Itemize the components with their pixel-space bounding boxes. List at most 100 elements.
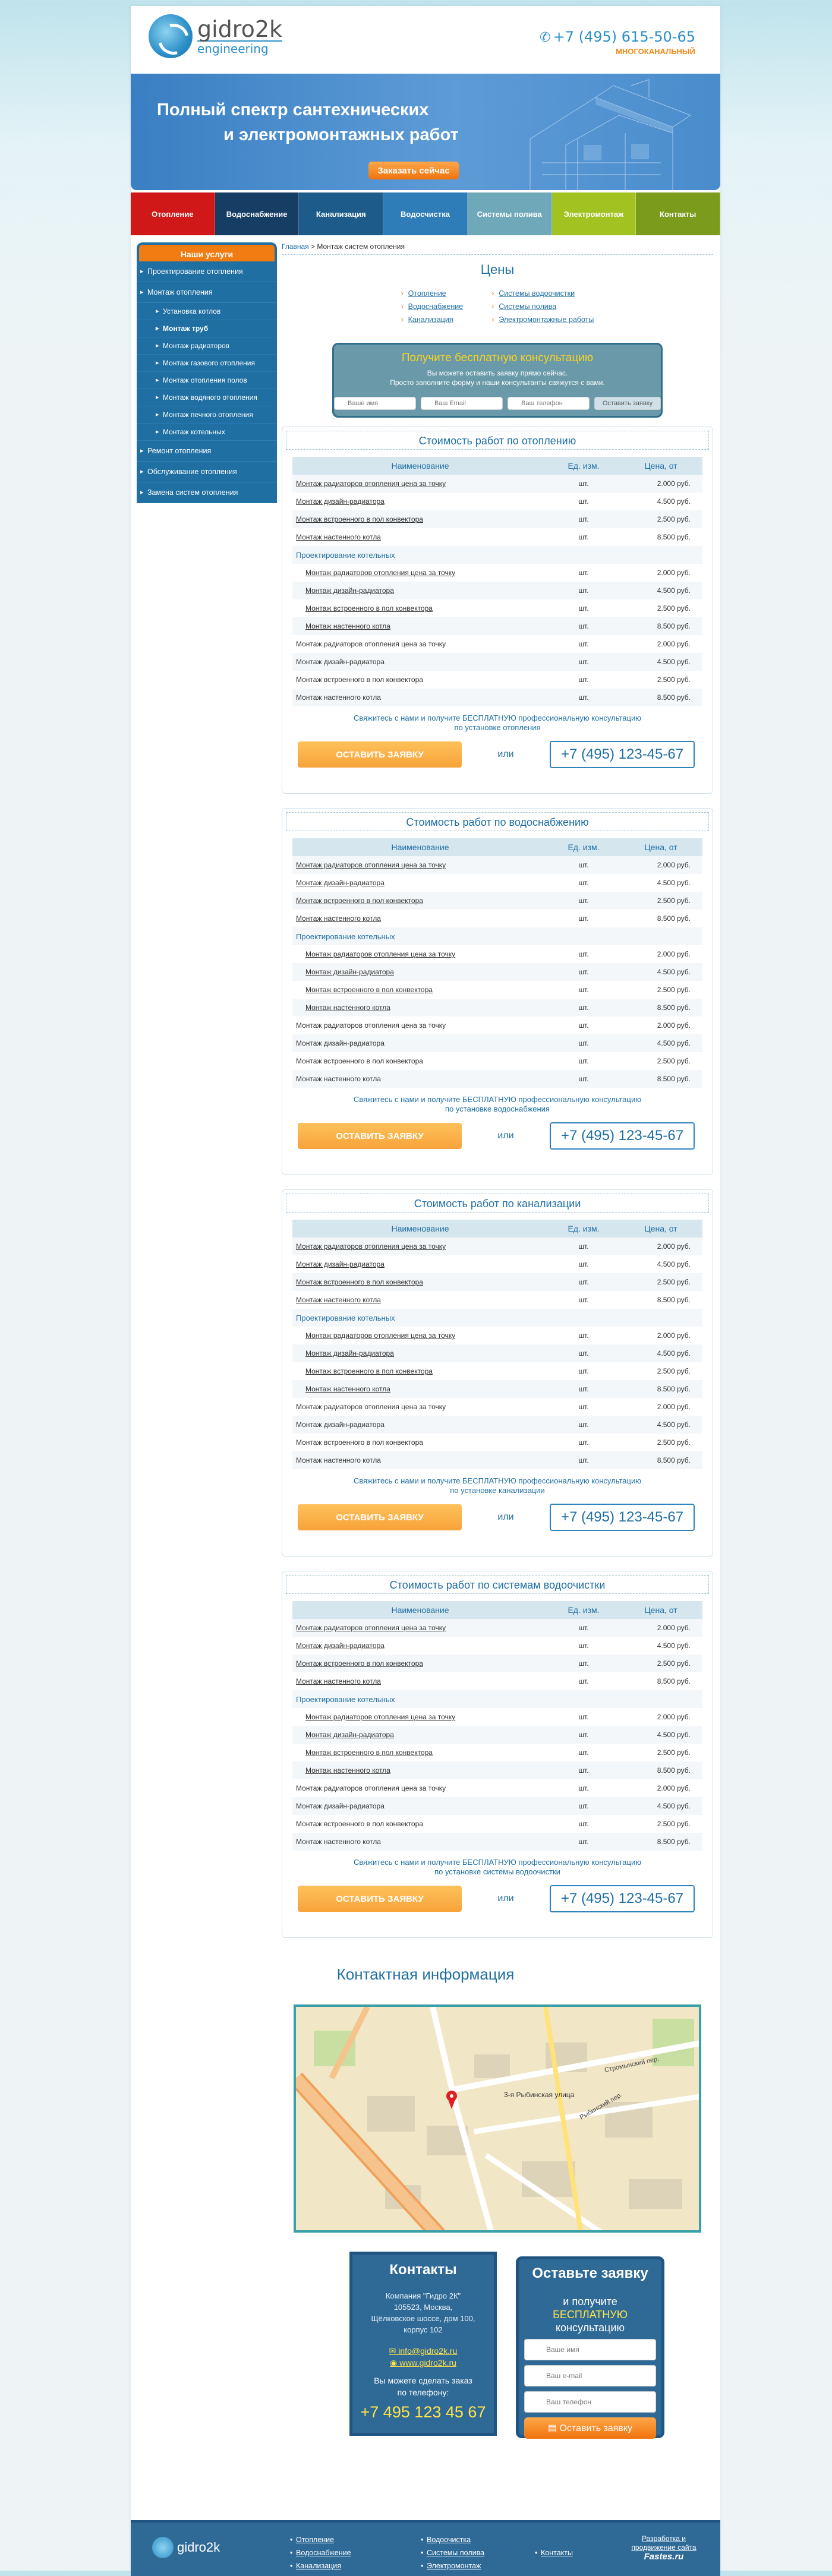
service-name[interactable]: Монтаж дизайн-радиатора (292, 963, 548, 981)
service-name[interactable]: Монтаж настенного котла (292, 1380, 548, 1398)
service-name[interactable]: Монтаж дизайн-радиатора (292, 1255, 548, 1273)
sidebar-item[interactable]: Монтаж отопления полов (137, 372, 277, 389)
service-name[interactable]: Монтаж радиаторов отопления цена за точк… (292, 945, 548, 963)
service-name[interactable]: Монтаж встроенного в пол конвектора (292, 1273, 548, 1291)
service-name[interactable]: Монтаж встроенного в пол конвектора (292, 671, 548, 689)
site-link[interactable]: www.gidro2k.ru (399, 2358, 456, 2367)
sidebar-item[interactable]: Монтаж радиаторов (137, 337, 277, 355)
price-category-link[interactable]: Электромонтажные работы (499, 315, 594, 324)
service-name[interactable]: Монтаж встроенного в пол конвектора (292, 892, 548, 910)
sidebar-item[interactable]: Монтаж газового отопления (137, 355, 277, 372)
service-name[interactable]: Монтаж встроенного в пол конвектора (292, 1434, 548, 1451)
sidebar-item[interactable]: Монтаж водяного отопления (137, 389, 277, 406)
service-name[interactable]: Монтаж настенного котла (292, 528, 548, 546)
leave-request-button[interactable]: ОСТАВИТЬ ЗАЯВКУ (298, 741, 462, 768)
service-name[interactable]: Монтаж радиаторов отопления цена за точк… (292, 564, 548, 582)
sidebar-item[interactable]: Установка котлов (137, 303, 277, 320)
service-name[interactable]: Монтаж дизайн-радиатора (292, 1637, 548, 1655)
service-name[interactable]: Монтаж дизайн-радиатора (292, 493, 548, 510)
nav-item[interactable]: Системы полива (467, 192, 552, 235)
cta-phone[interactable]: +7 (495) 123-45-67 (550, 741, 695, 768)
service-name[interactable]: Монтаж дизайн-радиатора (292, 874, 548, 892)
service-name[interactable]: Монтаж встроенного в пол конвектора (292, 1655, 548, 1672)
sidebar-item[interactable]: Монтаж отопления (137, 282, 277, 303)
cta-phone[interactable]: +7 (495) 123-45-67 (550, 1122, 695, 1150)
service-name[interactable]: Монтаж настенного котла (292, 1672, 548, 1690)
footer-link[interactable]: Отопление (296, 2536, 334, 2544)
contacts-phone[interactable]: +7 495 123 45 67 (352, 2403, 494, 2422)
service-name[interactable]: Монтаж дизайн-радиатора (292, 582, 548, 599)
email-link[interactable]: info@gidro2k.ru (398, 2346, 457, 2356)
service-name[interactable]: Монтаж настенного котла (292, 1291, 548, 1309)
price-category-link[interactable]: Отопление (408, 289, 446, 298)
sidebar-item[interactable]: Монтаж труб (137, 320, 277, 337)
service-name[interactable]: Монтаж дизайн-радиатора (292, 1797, 548, 1815)
service-name[interactable]: Монтаж дизайн-радиатора (292, 653, 548, 671)
service-name[interactable]: Монтаж радиаторов отопления цена за точк… (292, 1779, 548, 1797)
sidebar-item[interactable]: Замена систем отопления (137, 482, 277, 503)
service-name[interactable]: Монтаж настенного котла (292, 999, 548, 1016)
price-category-link[interactable]: Водоснабжение (408, 302, 464, 311)
service-name[interactable]: Монтаж встроенного в пол конвектора (292, 981, 548, 999)
footer-link[interactable]: Водоочистка (427, 2536, 471, 2544)
developer-credit[interactable]: Разработка и продвижение сайта Fastes.ru (625, 2534, 702, 2562)
service-name[interactable]: Монтаж радиаторов отопления цена за точк… (292, 475, 548, 493)
service-name[interactable]: Монтаж радиаторов отопления цена за точк… (292, 1238, 548, 1255)
sidebar-item[interactable]: Обслуживание отопления (137, 462, 277, 482)
service-name[interactable]: Монтаж радиаторов отопления цена за точк… (292, 1619, 548, 1637)
service-name[interactable]: Монтаж встроенного в пол конвектора (292, 1052, 548, 1070)
order-name-input[interactable] (524, 2339, 656, 2360)
footer-link[interactable]: Водоснабжение (296, 2549, 351, 2557)
nav-item[interactable]: Контакты (636, 192, 721, 235)
order-phone-input[interactable] (524, 2391, 656, 2413)
nav-item[interactable]: Водоснабжение (215, 192, 300, 235)
service-name[interactable]: Монтаж дизайн-радиатора (292, 1344, 548, 1362)
nav-item[interactable]: Канализация (299, 192, 384, 235)
nav-item[interactable]: Электромонтаж (551, 192, 636, 235)
service-name[interactable]: Монтаж дизайн-радиатора (292, 1416, 548, 1434)
footer-link[interactable]: Канализация (296, 2562, 341, 2570)
consult-email-input[interactable] (421, 397, 503, 410)
sidebar-item[interactable]: Монтаж печного отопления (137, 406, 277, 424)
cta-phone[interactable]: +7 (495) 123-45-67 (550, 1885, 695, 1912)
service-name[interactable]: Монтаж радиаторов отопления цена за точк… (292, 635, 548, 653)
consult-name-input[interactable] (334, 397, 416, 410)
price-category-link[interactable]: Канализация (408, 315, 453, 324)
service-name[interactable]: Монтаж радиаторов отопления цена за точк… (292, 1016, 548, 1034)
order-email-input[interactable] (524, 2365, 656, 2386)
leave-request-button[interactable]: ОСТАВИТЬ ЗАЯВКУ (298, 1504, 462, 1530)
map[interactable]: 3-я Рыбинская улица Рыбинский пер. Стром… (294, 2004, 701, 2233)
service-name[interactable]: Монтаж встроенного в пол конвектора (292, 1744, 548, 1761)
service-name[interactable]: Монтаж настенного котла (292, 689, 548, 706)
service-name[interactable]: Монтаж встроенного в пол конвектора (292, 1815, 548, 1833)
consult-phone-input[interactable] (508, 397, 590, 410)
logo[interactable]: gidro2k engineering (149, 14, 283, 58)
sidebar-item[interactable]: Проектирование отопления (137, 261, 277, 282)
sidebar-item[interactable]: Ремонт отопления (137, 441, 277, 462)
leave-request-button[interactable]: ОСТАВИТЬ ЗАЯВКУ (298, 1123, 462, 1149)
service-name[interactable]: Монтаж радиаторов отопления цена за точк… (292, 1708, 548, 1726)
leave-request-button[interactable]: ОСТАВИТЬ ЗАЯВКУ (298, 1886, 462, 1912)
service-name[interactable]: Монтаж встроенного в пол конвектора (292, 599, 548, 617)
breadcrumb-home-link[interactable]: Главная (282, 242, 309, 251)
price-category-link[interactable]: Системы водоочистки (499, 289, 575, 298)
service-name[interactable]: Монтаж настенного котла (292, 1761, 548, 1779)
order-now-button[interactable]: Заказать сейчас (368, 162, 459, 179)
service-name[interactable]: Монтаж радиаторов отопления цена за точк… (292, 856, 548, 874)
sidebar-item[interactable]: Монтаж котельных (137, 424, 277, 441)
service-name[interactable]: Монтаж радиаторов отопления цена за точк… (292, 1327, 548, 1344)
service-name[interactable]: Монтаж настенного котла (292, 1833, 548, 1851)
service-name[interactable]: Монтаж встроенного в пол конвектора (292, 1362, 548, 1380)
cta-phone[interactable]: +7 (495) 123-45-67 (550, 1504, 695, 1531)
service-name[interactable]: Монтаж настенного котла (292, 1451, 548, 1469)
service-name[interactable]: Монтаж радиаторов отопления цена за точк… (292, 1398, 548, 1416)
service-name[interactable]: Монтаж встроенного в пол конвектора (292, 510, 548, 528)
service-name[interactable]: Монтаж дизайн-радиатора (292, 1726, 548, 1744)
nav-item[interactable]: Отопление (131, 192, 215, 235)
service-name[interactable]: Монтаж настенного котла (292, 617, 548, 635)
order-submit-button[interactable]: ▤ Оставить заявку (524, 2417, 656, 2439)
header-phone-number[interactable]: +7 (495) 615-50-65 (553, 29, 695, 45)
service-name[interactable]: Монтаж дизайн-радиатора (292, 1034, 548, 1052)
consult-submit-button[interactable]: Оставить заявку (594, 397, 661, 410)
footer-logo[interactable]: gidro2k (152, 2537, 220, 2558)
